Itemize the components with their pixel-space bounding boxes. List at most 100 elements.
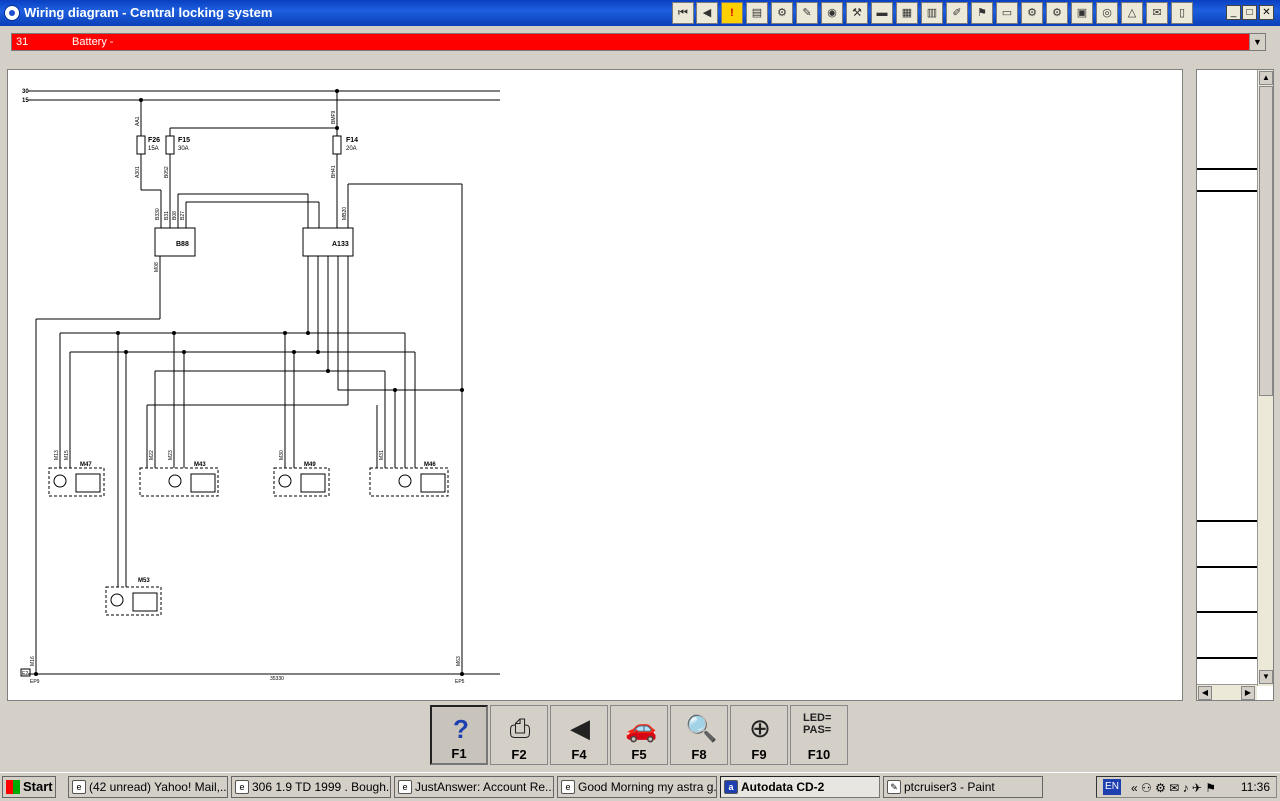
circuit-selector[interactable]: 31 Battery - ▼ [11, 33, 1266, 51]
led-pas-icon: LED= PAS= [803, 712, 832, 736]
zoom-icon: 🔍 [685, 713, 718, 743]
scroll-left-icon[interactable]: ◀ [1198, 686, 1212, 700]
f1-help-button[interactable]: ? F1 [430, 705, 488, 765]
toolbar-icon-17[interactable]: ✉ [1146, 2, 1168, 24]
f10-led-pas-button[interactable]: LED= PAS= F10 [790, 705, 848, 765]
close-button[interactable]: ✕ [1259, 5, 1274, 20]
warning-icon[interactable]: ! [721, 2, 743, 24]
scroll-down-icon[interactable]: ▼ [1259, 670, 1273, 684]
side-divider [1197, 566, 1257, 568]
f5-car-button[interactable]: 🚗 F5 [610, 705, 668, 765]
toolbar-icon-13[interactable]: ⚙ [1046, 2, 1068, 24]
language-indicator[interactable]: EN [1103, 779, 1121, 795]
taskbar-item[interactable]: e Good Morning my astra g... [557, 776, 717, 798]
fuse-f15-label: F15 [178, 137, 190, 144]
wire-label: BMF9 [331, 110, 337, 124]
motor-m53-label: M53 [138, 578, 150, 584]
vertical-scrollbar[interactable]: ▲ ▼ [1257, 70, 1273, 686]
fuse-f15-rating: 30A [178, 146, 189, 152]
toolbar-icon-14[interactable]: ▣ [1071, 2, 1093, 24]
toolbar-icon-7[interactable]: ▦ [896, 2, 918, 24]
browser-icon: e [235, 780, 249, 794]
fuse-f26-label: F26 [148, 137, 160, 144]
browser-icon: e [561, 780, 575, 794]
wire-label: AA1 [135, 116, 141, 126]
earth-wire-label: M63 [456, 656, 462, 666]
f2-print-button[interactable]: ⎙ F2 [490, 705, 548, 765]
earth-wire-label: M16 [30, 656, 36, 666]
taskbar-item[interactable]: e JustAnswer: Account Re... [394, 776, 554, 798]
fuse-f14-label: F14 [346, 137, 358, 144]
wire-label: M13 [54, 450, 60, 460]
f8-zoom-button[interactable]: 🔍 F8 [670, 705, 728, 765]
toolbar-icon-1[interactable]: ▤ [746, 2, 768, 24]
wire-label: B31 [164, 211, 170, 220]
grid-marker: E2 [22, 671, 28, 677]
scroll-right-icon[interactable]: ▶ [1241, 686, 1255, 700]
toolbar-icon-11[interactable]: ▭ [996, 2, 1018, 24]
toolbar-icon-16[interactable]: △ [1121, 2, 1143, 24]
wire-label: M23 [168, 450, 174, 460]
fuse-f14-rating: 20A [346, 146, 357, 152]
wire-label: A301 [135, 166, 141, 178]
wire-label: M30 [279, 450, 285, 460]
wiring-diagram-canvas[interactable]: 30 15 F26 15A F15 30A F14 20A B88 A133 A… [7, 69, 1183, 701]
start-button[interactable]: Start [2, 776, 56, 798]
horizontal-scrollbar[interactable]: ◀ ▶ [1197, 684, 1257, 700]
print-icon: ⎙ [509, 713, 531, 743]
toolbar-icon-8[interactable]: ▥ [921, 2, 943, 24]
wire-label: M08 [154, 262, 160, 272]
toolbar-icon-18[interactable]: ▯ [1171, 2, 1193, 24]
maximize-button[interactable]: □ [1242, 5, 1257, 20]
wire-label: B08 [172, 211, 178, 220]
taskbar-item-active[interactable]: a Autodata CD-2 [720, 776, 880, 798]
wire-label: M22 [149, 450, 155, 460]
module-b88-label: B88 [176, 241, 189, 248]
wiring-diagram: 30 15 F26 15A F15 30A F14 20A B88 A133 A… [20, 89, 500, 685]
toolbar-icon-12[interactable]: ⚙ [1021, 2, 1043, 24]
app-icon[interactable] [4, 5, 20, 21]
locate-icon: ⊕ [749, 713, 771, 743]
wire-label: M31 [379, 450, 385, 460]
earth-ref-label: 35330 [270, 676, 284, 682]
toolbar-icon-3[interactable]: ✎ [796, 2, 818, 24]
wire-label: BH41 [331, 165, 337, 178]
windows-logo-icon [6, 780, 20, 794]
toolbar-icon-5[interactable]: ⚒ [846, 2, 868, 24]
wire-label: M15 [64, 450, 70, 460]
wire-label: MB20 [342, 207, 348, 220]
taskbar-item[interactable]: e (42 unread) Yahoo! Mail,... [68, 776, 228, 798]
scroll-thumb[interactable] [1259, 86, 1273, 396]
fuse-f26-rating: 15A [148, 146, 159, 152]
toolbar-icon-15[interactable]: ◎ [1096, 2, 1118, 24]
help-icon: ? [453, 714, 469, 744]
chevron-down-icon[interactable]: ▼ [1249, 34, 1265, 50]
selector-code: 31 [16, 36, 29, 48]
first-page-button[interactable]: ⏮ [672, 2, 694, 24]
window-title: Wiring diagram - Central locking system [24, 5, 273, 20]
toolbar-icon-10[interactable]: ⚑ [971, 2, 993, 24]
rail-15-label: 15 [22, 98, 29, 104]
autodata-icon: a [724, 780, 738, 794]
taskbar-item[interactable]: e 306 1.9 TD 1999 . Bough... [231, 776, 391, 798]
motor-m43-label: M43 [194, 462, 206, 468]
toolbar-icon-9[interactable]: ✐ [946, 2, 968, 24]
f4-back-button[interactable]: ◀ F4 [550, 705, 608, 765]
toolbar-icon-2[interactable]: ⚙ [771, 2, 793, 24]
side-divider [1197, 520, 1257, 522]
wire-label: B330 [155, 208, 161, 220]
wire-label: B27 [180, 211, 186, 220]
motor-m46-label: M46 [424, 462, 436, 468]
scroll-up-icon[interactable]: ▲ [1259, 71, 1273, 85]
toolbar-icon-4[interactable]: ◉ [821, 2, 843, 24]
rail-30-label: 30 [22, 89, 29, 95]
earth-point-ep9: EP9 [30, 679, 40, 685]
paint-icon: ✎ [887, 780, 901, 794]
tray-icons[interactable]: « ⚇ ⚙ ✉ ♪ ✈ ⚑ [1131, 778, 1216, 798]
toolbar-icon-6[interactable]: ▬ [871, 2, 893, 24]
f9-locate-button[interactable]: ⊕ F9 [730, 705, 788, 765]
module-a133-label: A133 [332, 241, 349, 248]
taskbar-item[interactable]: ✎ ptcruiser3 - Paint [883, 776, 1043, 798]
previous-page-button[interactable]: ◀ [696, 2, 718, 24]
minimize-button[interactable]: _ [1226, 5, 1241, 20]
